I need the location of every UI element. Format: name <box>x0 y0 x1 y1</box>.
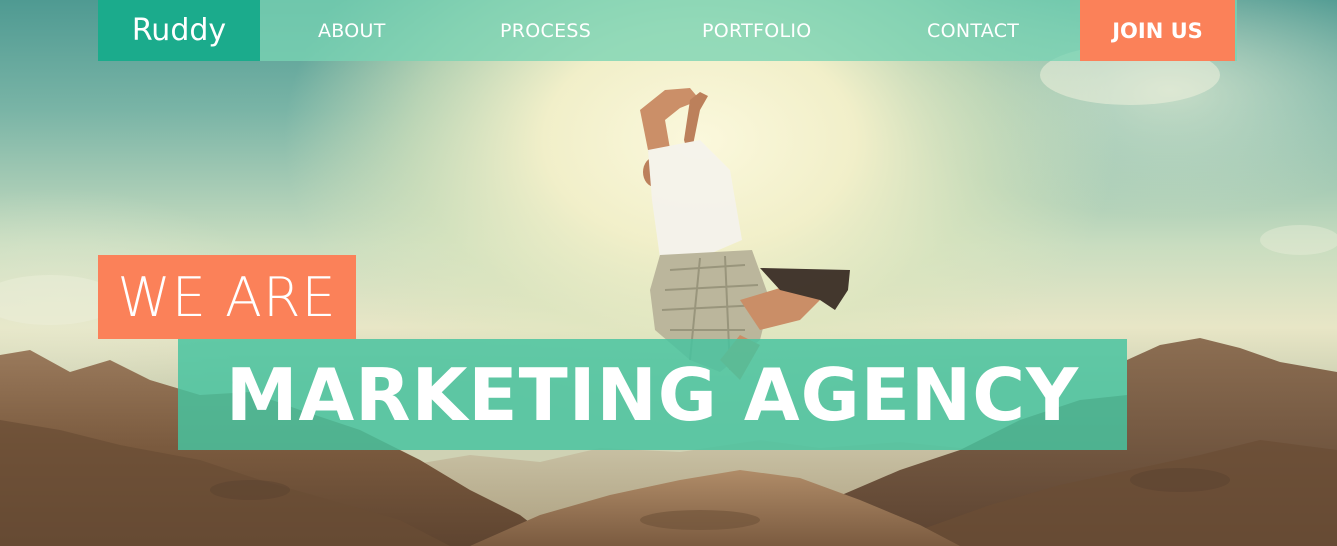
jumping-person <box>640 88 850 380</box>
hero-section: Ruddy ABOUT PROCESS PORTFOLIO CONTACT JO… <box>0 0 1337 546</box>
brand-logo[interactable]: Ruddy <box>98 0 260 61</box>
join-us-button[interactable]: JOIN US <box>1080 0 1235 61</box>
hero-headline-line1: WE ARE <box>98 255 356 339</box>
nav-item-process[interactable]: PROCESS <box>500 0 591 61</box>
nav-item-contact[interactable]: CONTACT <box>927 0 1019 61</box>
nav-item-portfolio[interactable]: PORTFOLIO <box>702 0 812 61</box>
nav-item-about[interactable]: ABOUT <box>318 0 386 61</box>
hero-headline-line2: MARKETING AGENCY <box>178 339 1127 450</box>
top-navigation-bar: Ruddy ABOUT PROCESS PORTFOLIO CONTACT JO… <box>98 0 1237 61</box>
